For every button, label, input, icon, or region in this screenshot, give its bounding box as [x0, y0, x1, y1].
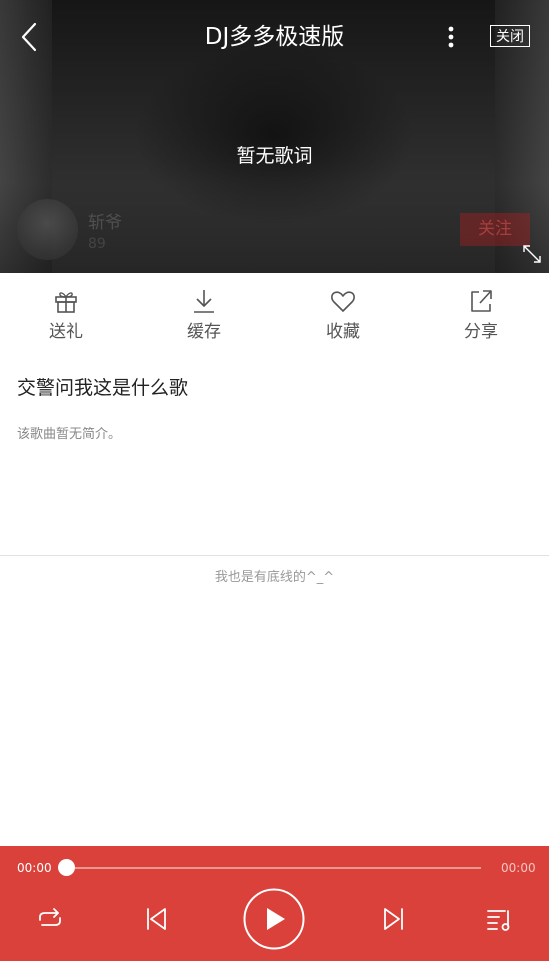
- play-icon: [243, 888, 305, 950]
- artist-count: 89: [88, 236, 106, 252]
- end-of-list-note: 我也是有底线的^_^: [214, 570, 335, 585]
- playlist-icon: [487, 910, 510, 931]
- lyrics-text: 暂无歌词: [236, 145, 313, 167]
- gift-icon: [55, 292, 77, 313]
- previous-icon: [147, 908, 166, 930]
- action-bar: 送礼 缓存 收藏 分享: [0, 287, 549, 357]
- artist-avatar[interactable]: [17, 199, 78, 260]
- fullscreen-button[interactable]: [520, 242, 544, 266]
- heart-icon: [331, 291, 355, 312]
- close-button[interactable]: 关闭: [490, 25, 530, 47]
- player-bar: 00:00 00:00: [0, 846, 549, 961]
- more-button[interactable]: [440, 22, 462, 52]
- player-hero: DJ多多极速版 关闭 暂无歌词 斩爷 89 关注: [0, 0, 549, 273]
- gift-label: 送礼: [49, 322, 83, 342]
- page-title: DJ多多极速版: [204, 24, 345, 50]
- song-title: 交警问我这是什么歌: [17, 377, 189, 399]
- share-icon: [471, 290, 492, 312]
- total-time: 00:00: [501, 861, 536, 875]
- divider: [0, 555, 549, 556]
- progress-slider-handle[interactable]: [58, 859, 75, 876]
- artist-name[interactable]: 斩爷: [88, 208, 122, 233]
- download-icon: [194, 290, 214, 313]
- repeat-button[interactable]: [36, 905, 64, 937]
- more-vertical-icon: [448, 26, 454, 48]
- next-button[interactable]: [380, 905, 408, 937]
- cache-label: 缓存: [187, 322, 221, 342]
- song-description: 该歌曲暂无简介。: [17, 427, 122, 442]
- next-icon: [384, 908, 403, 930]
- gift-button[interactable]: 送礼: [0, 287, 135, 343]
- current-time: 00:00: [17, 861, 52, 875]
- share-label: 分享: [464, 322, 498, 342]
- playlist-button[interactable]: [485, 905, 513, 937]
- share-button[interactable]: 分享: [412, 287, 549, 343]
- expand-icon: [523, 245, 541, 263]
- progress-track[interactable]: [67, 867, 481, 869]
- favorite-label: 收藏: [326, 322, 360, 342]
- favorite-button[interactable]: 收藏: [274, 287, 412, 343]
- play-button[interactable]: [243, 888, 305, 950]
- previous-button[interactable]: [142, 905, 170, 937]
- repeat-icon: [39, 908, 61, 926]
- cache-button[interactable]: 缓存: [135, 287, 273, 343]
